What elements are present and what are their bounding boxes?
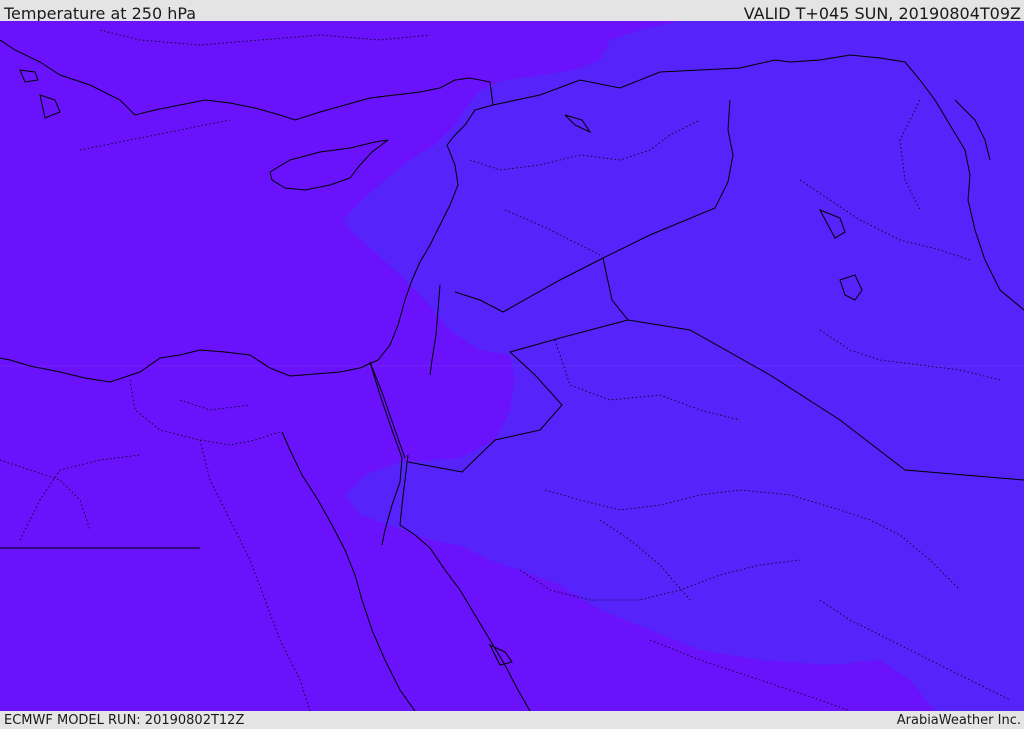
credit-label: ArabiaWeather Inc. xyxy=(896,713,1021,728)
map-frame: Temperature at 250 hPa VALID T+045 SUN, … xyxy=(0,0,1024,729)
header-bar: Temperature at 250 hPa VALID T+045 SUN, … xyxy=(0,0,1024,23)
model-run-label: ECMWF MODEL RUN: 20190802T12Z xyxy=(4,713,245,728)
temperature-map xyxy=(0,21,1024,711)
